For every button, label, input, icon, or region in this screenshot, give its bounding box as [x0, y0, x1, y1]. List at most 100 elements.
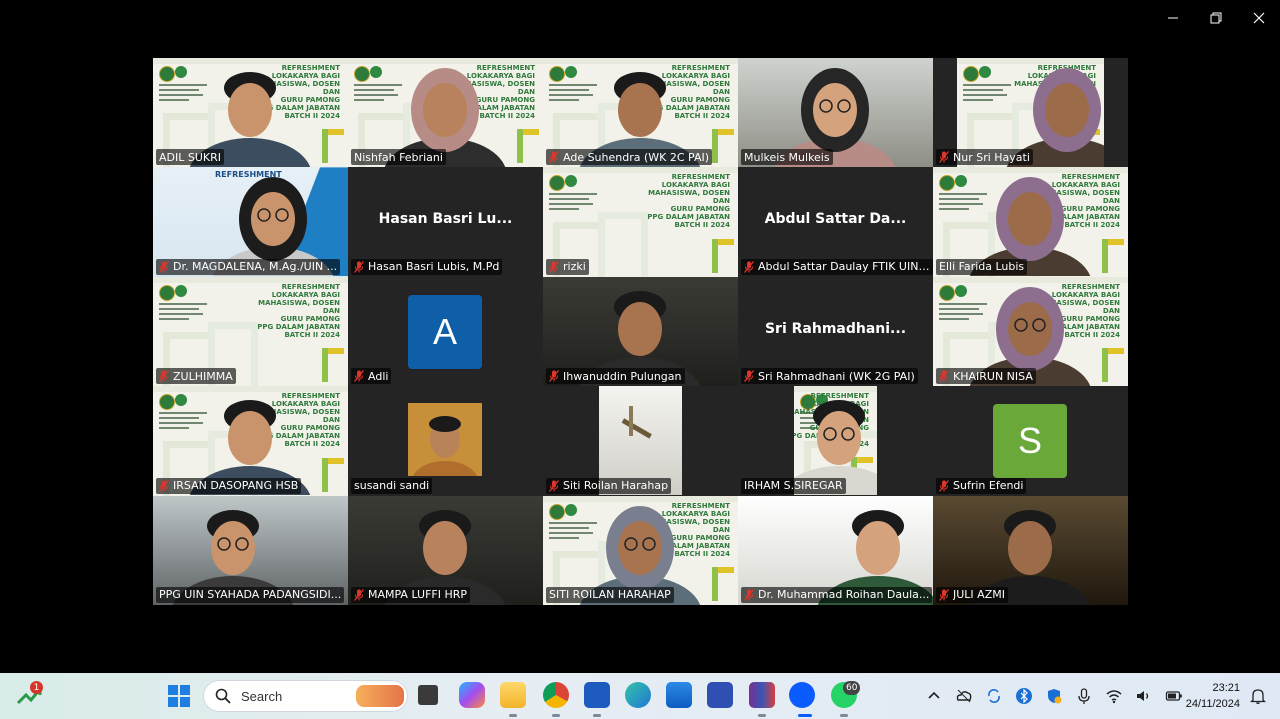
participant-tile[interactable]: REFRESHMENT Dr. MAGDALENA, M.Ag./UIN ... [153, 167, 348, 277]
participant-tile[interactable]: REFRESHMENTLOKAKARYA BAGIMAHASISWA, DOSE… [153, 386, 348, 496]
participant-tile[interactable]: REFRESHMENTLOKAKARYA BAGIMAHASISWA, DOSE… [153, 58, 348, 168]
participant-name: Nur Sri Hayati [953, 150, 1030, 164]
window-controls [1151, 0, 1280, 36]
close-button[interactable] [1237, 0, 1280, 36]
ministry-logo-icon [175, 284, 187, 297]
participant-tile[interactable]: Abdul Sattar Da... Abdul Sattar Daulay FT… [738, 167, 933, 277]
winrar-icon[interactable] [749, 682, 775, 708]
chevron-up-icon[interactable] [925, 687, 943, 705]
taskbar-search[interactable]: Search [203, 680, 408, 712]
slide-title-line: PPG DALAM JABATAN [257, 322, 340, 331]
bluetooth-icon[interactable] [1015, 687, 1033, 705]
edge-icon[interactable] [625, 682, 651, 708]
participant-name: rizki [563, 260, 586, 274]
participant-tile[interactable]: PPG UIN SYAHADA PADANGSIDI... [153, 495, 348, 605]
muted-microphone-icon [744, 589, 754, 601]
participant-tile[interactable]: Sri Rahmadhani... Sri Rahmadhani (WK 2G P… [738, 276, 933, 387]
security-shield-icon[interactable] [1045, 687, 1063, 705]
zoom-running-indicator [798, 714, 812, 717]
task-view-icon[interactable] [418, 685, 438, 705]
participant-video [408, 403, 482, 477]
muted-microphone-icon [744, 260, 754, 273]
avatar: A [408, 294, 482, 369]
muted-microphone-icon [354, 260, 364, 273]
participant-name-tag: Hasan Basri Lubis, M.Pd [351, 258, 503, 275]
participant-tile[interactable]: REFRESHMENTLOKAKARYA BAGIMAHASISWA, DOSE… [738, 386, 933, 496]
weather-badge: 1 [30, 681, 43, 694]
microphone-icon[interactable] [1075, 687, 1093, 705]
participant-name-tag: IRHAM S.SIREGAR [741, 477, 846, 494]
participant-tile[interactable]: REFRESHMENTLOKAKARYA BAGIMAHASISWA, DOSE… [348, 58, 543, 168]
participant-tile[interactable]: Mulkeis Mulkeis [738, 58, 933, 168]
participant-name: Abdul Sattar Daulay FTIK UIN ... [758, 260, 930, 274]
participant-tile[interactable]: susandi sandi [348, 386, 543, 496]
notification-bell-icon[interactable] [1250, 687, 1266, 705]
participant-tile[interactable]: Ihwanuddin Pulungan [543, 276, 738, 387]
participant-tile[interactable]: S Sufrin Efendi [933, 386, 1128, 496]
restore-button[interactable] [1194, 0, 1237, 36]
participant-name: ADIL SUKRI [159, 150, 221, 164]
muted-microphone-icon [159, 370, 169, 383]
slide-title-line: GURU PAMONG [280, 314, 340, 323]
participant-name-tag: Dr. MAGDALENA, M.Ag./UIN ... [156, 258, 341, 275]
search-highlight-icon [356, 685, 404, 707]
zoom-icon[interactable] [789, 682, 815, 708]
copilot-icon[interactable] [459, 682, 485, 708]
windows-start-icon[interactable] [168, 685, 190, 707]
snipping-tool-icon[interactable] [707, 682, 733, 708]
participant-name-tag: Ihwanuddin Pulungan [546, 368, 685, 385]
wifi-icon[interactable] [1105, 687, 1123, 705]
participant-tile[interactable]: REFRESHMENTLOKAKARYA BAGIMAHASISWA, DOSE… [153, 276, 348, 387]
participant-name-tag: ADIL SUKRI [156, 149, 224, 166]
chrome-icon[interactable] [543, 682, 569, 708]
ministry-logo-icon [565, 175, 577, 188]
slide-title-line: LOKAKARYA BAGI [661, 181, 730, 190]
system-clock[interactable]: 23:21 24/11/2024 [1186, 680, 1240, 712]
participant-tile[interactable]: REFRESHMENTLOKAKARYA BAGIMAHASISWA, DOSE… [543, 58, 738, 168]
participant-tile[interactable]: A Adli [348, 276, 543, 387]
restore-icon [1210, 12, 1221, 24]
participant-name: IRHAM S.SIREGAR [744, 479, 843, 493]
participant-name: MAMPA LUFFI HRP [368, 588, 468, 602]
minimize-icon [1167, 17, 1178, 19]
whatsapp-badge: 60 [843, 681, 861, 695]
participant-tile[interactable]: Hasan Basri Lu... Hasan Basri Lubis, M.Pd [348, 167, 543, 277]
participant-name: Elli Farida Lubis [939, 260, 1025, 274]
participant-tile[interactable]: Dr. Muhammad Roihan Daula... [738, 495, 933, 605]
institution-logo-icon [549, 175, 565, 192]
participant-name-tag: Ade Suhendra (WK 2C PAI) [546, 149, 713, 166]
participant-tile[interactable]: MAMPA LUFFI HRP [348, 495, 543, 605]
onedrive-offline-icon[interactable] [955, 687, 973, 705]
word-running-indicator [593, 714, 601, 717]
participant-tile[interactable]: REFRESHMENTLOKAKARYA BAGIMAHASISWA, DOSE… [933, 276, 1128, 387]
battery-icon[interactable] [1165, 687, 1183, 705]
participant-tile[interactable]: REFRESHMENTLOKAKARYA BAGIMAHASISWA, DOSE… [933, 167, 1128, 277]
participant-name-tag: MAMPA LUFFI HRP [351, 586, 471, 603]
participant-display-name: Sri Rahmadhani... [764, 320, 907, 337]
participant-name: PPG UIN SYAHADA PADANGSIDI... [159, 588, 342, 602]
participant-tile[interactable]: Siti Roilan Harahap [543, 386, 738, 496]
participant-tile[interactable]: REFRESHMENTLOKAKARYA BAGIMAHASISWA, DOSE… [933, 58, 1128, 168]
slide-title-line: REFRESHMENT [671, 173, 730, 182]
participant-name-tag: Abdul Sattar Daulay FTIK UIN ... [741, 258, 933, 275]
slide-title: REFRESHMENTLOKAKARYA BAGIMAHASISWA, DOSE… [638, 173, 730, 229]
slide-title-line: PPG DALAM JABATAN [647, 213, 730, 222]
slide-title-line: MAHASISWA, DOSEN DAN [258, 298, 340, 315]
slide-title-line: BATCH II 2024 [674, 221, 730, 230]
participant-name-tag: IRSAN DASOPANG HSB [156, 477, 302, 494]
muted-microphone-icon [744, 370, 754, 383]
file-explorer-icon[interactable] [500, 682, 526, 708]
participant-tile[interactable]: REFRESHMENTLOKAKARYA BAGIMAHASISWA, DOSE… [543, 167, 738, 277]
minimize-button[interactable] [1151, 0, 1194, 36]
muted-microphone-icon [549, 260, 559, 273]
microsoft-store-icon[interactable] [666, 682, 692, 708]
word-icon[interactable] [584, 682, 610, 708]
muted-microphone-icon [354, 589, 364, 601]
muted-microphone-icon [159, 260, 169, 273]
sync-icon[interactable] [985, 687, 1003, 705]
participant-tile[interactable]: JULI AZMI [933, 495, 1128, 605]
search-icon [215, 688, 231, 704]
participant-tile[interactable]: REFRESHMENTLOKAKARYA BAGIMAHASISWA, DOSE… [543, 495, 738, 605]
participant-name: Adli [368, 369, 389, 383]
volume-icon[interactable] [1135, 687, 1153, 705]
